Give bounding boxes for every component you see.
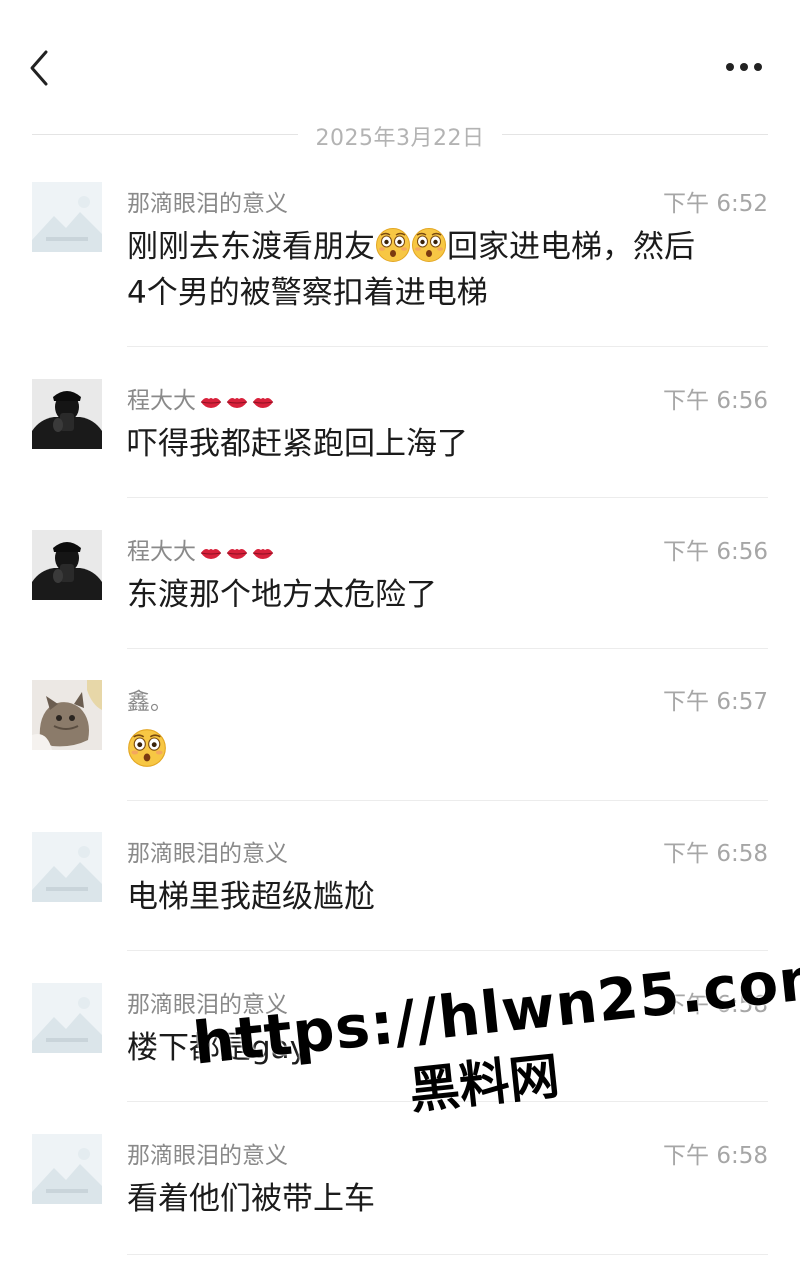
divider	[127, 346, 768, 347]
avatar[interactable]	[32, 379, 102, 449]
avatar[interactable]	[32, 983, 102, 1053]
message-time: 下午 6:58	[663, 992, 768, 1018]
top-bar	[0, 0, 800, 120]
avatar[interactable]	[32, 530, 102, 600]
sender-name[interactable]: 程大大	[127, 532, 274, 566]
message-item[interactable]: 鑫。 下午 6:57 😳	[0, 668, 800, 802]
sender-name-text: 程大大	[127, 539, 196, 565]
message-time: 下午 6:57	[663, 689, 768, 715]
more-horizontal-icon	[726, 63, 762, 71]
avatar[interactable]	[32, 1134, 102, 1204]
avatar[interactable]	[32, 680, 102, 750]
message-text[interactable]: 楼下都是gay	[127, 1025, 767, 1071]
message-item[interactable]: 那滴眼泪的意义 下午 6:58 电梯里我超级尴尬	[0, 820, 800, 954]
message-time: 下午 6:52	[663, 191, 768, 217]
kiss-mark-icon	[252, 548, 274, 559]
sender-name-text: 程大大	[127, 388, 196, 414]
flushed-face-icon	[127, 728, 167, 768]
sender-name[interactable]: 那滴眼泪的意义	[127, 1136, 288, 1170]
kiss-mark-icon	[226, 548, 248, 559]
message-item[interactable]: 程大大 下午 6:56 吓得我都赶紧跑回上海了	[0, 367, 800, 501]
message-time: 下午 6:58	[663, 841, 768, 867]
message-item[interactable]: 那滴眼泪的意义 下午 6:58 楼下都是gay	[0, 971, 800, 1105]
message-text[interactable]: 电梯里我超级尴尬	[127, 874, 767, 920]
divider	[502, 134, 768, 135]
divider	[127, 1101, 768, 1102]
message-text[interactable]: 吓得我都赶紧跑回上海了	[127, 421, 767, 467]
sender-name[interactable]: 那滴眼泪的意义	[127, 834, 288, 868]
avatar[interactable]	[32, 832, 102, 902]
message-item[interactable]: 程大大 下午 6:56 东渡那个地方太危险了	[0, 518, 800, 652]
message-time: 下午 6:56	[663, 539, 768, 565]
chevron-left-icon	[30, 50, 48, 86]
kiss-mark-icon	[200, 548, 222, 559]
message-text-part: 刚刚去东渡看朋友	[127, 229, 375, 265]
message-item[interactable]: 那滴眼泪的意义 下午 6:58 看着他们被带上车	[0, 1122, 800, 1262]
message-text[interactable]: 刚刚去东渡看朋友 回家进电梯，然后 4个男的被警察扣着进电梯	[127, 224, 767, 316]
divider	[127, 648, 768, 649]
message-text[interactable]: 东渡那个地方太危险了	[127, 572, 767, 618]
divider	[127, 1254, 768, 1255]
kiss-mark-icon	[200, 397, 222, 408]
date-separator: 2025年3月22日	[32, 118, 768, 152]
divider	[127, 497, 768, 498]
flushed-face-icon	[411, 227, 447, 263]
kiss-mark-icon	[226, 397, 248, 408]
divider	[127, 800, 768, 801]
date-label: 2025年3月22日	[315, 126, 485, 151]
sender-name[interactable]: 那滴眼泪的意义	[127, 184, 288, 218]
message-text[interactable]: 看着他们被带上车	[127, 1176, 767, 1222]
message-text[interactable]: 😳	[127, 722, 767, 775]
more-options-button[interactable]	[716, 52, 772, 82]
back-button[interactable]	[22, 48, 58, 88]
sender-name[interactable]: 鑫。	[127, 682, 173, 716]
sender-name[interactable]: 那滴眼泪的意义	[127, 985, 288, 1019]
message-text-part: 4个男的被警察扣着进电梯	[127, 275, 488, 311]
flushed-face-icon	[375, 227, 411, 263]
message-text-part: 回家进电梯，然后	[447, 229, 695, 265]
sender-name[interactable]: 程大大	[127, 381, 274, 415]
message-time: 下午 6:56	[663, 388, 768, 414]
divider	[127, 950, 768, 951]
divider	[32, 134, 298, 135]
avatar[interactable]	[32, 182, 102, 252]
kiss-mark-icon	[252, 397, 274, 408]
message-time: 下午 6:58	[663, 1143, 768, 1169]
message-item[interactable]: 那滴眼泪的意义 下午 6:52 刚刚去东渡看朋友 回家进电梯，然后 4个男的被警察…	[0, 170, 800, 350]
